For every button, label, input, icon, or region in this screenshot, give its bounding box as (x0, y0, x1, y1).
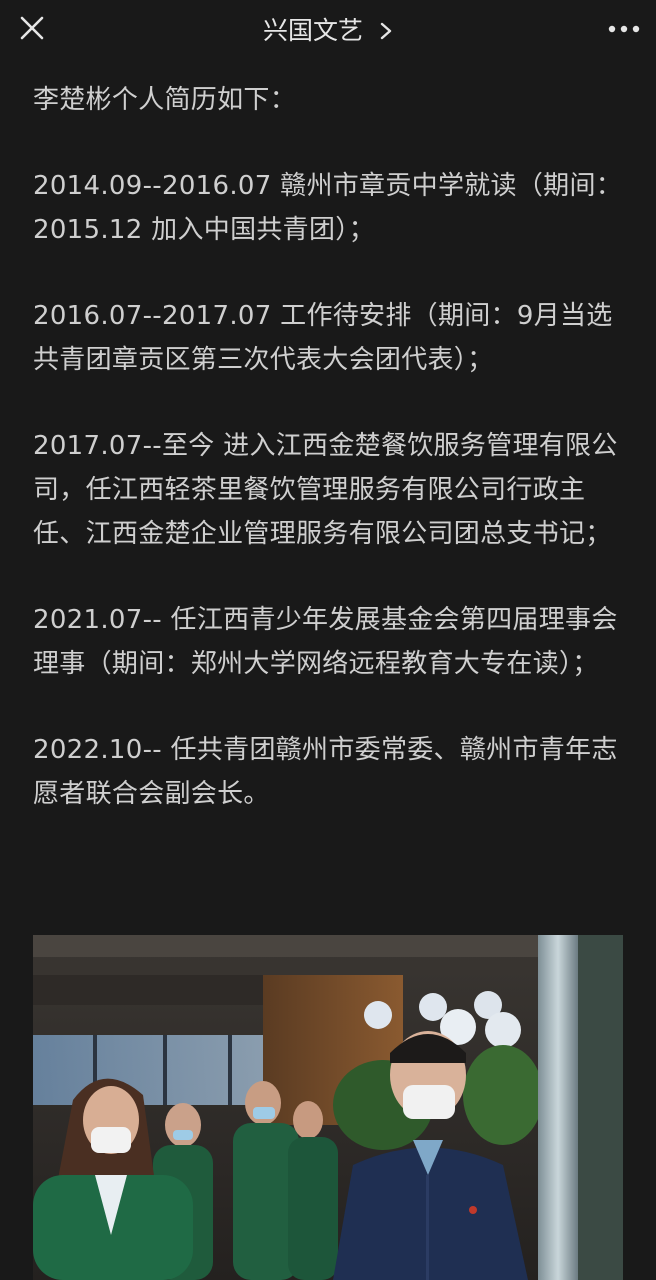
article-paragraph: 2016.07--2017.07 工作待安排（期间：9月当选共青团章贡区第三次代… (33, 301, 613, 375)
more-options-button[interactable] (604, 14, 644, 44)
article-photo[interactable] (33, 935, 623, 1280)
account-title-link[interactable]: 兴国文艺 (0, 12, 656, 49)
page-title: 兴国文艺 (263, 16, 364, 45)
article-paragraph: 2014.09--2016.07 赣州市章贡中学就读（期间：2015.12 加入… (33, 171, 623, 245)
article-paragraph: 李楚彬个人简历如下： (33, 85, 297, 115)
article-body: 李楚彬个人简历如下： 2014.09--2016.07 赣州市章贡中学就读（期间… (33, 78, 625, 858)
photo-illustration (33, 935, 623, 1280)
more-dots-icon (608, 25, 640, 33)
chevron-right-icon (380, 22, 392, 40)
article-paragraph: 2021.07-- 任江西青少年发展基金会第四届理事会理事（期间：郑州大学网络远… (33, 605, 618, 679)
top-navigation-bar: 兴国文艺 (0, 0, 656, 60)
article-paragraph: 2017.07--至今 进入江西金楚餐饮服务管理有限公司，任江西轻茶里餐饮管理服… (33, 431, 618, 549)
article-paragraph: 2022.10-- 任共青团赣州市委常委、赣州市青年志愿者联合会副会长。 (33, 735, 618, 809)
